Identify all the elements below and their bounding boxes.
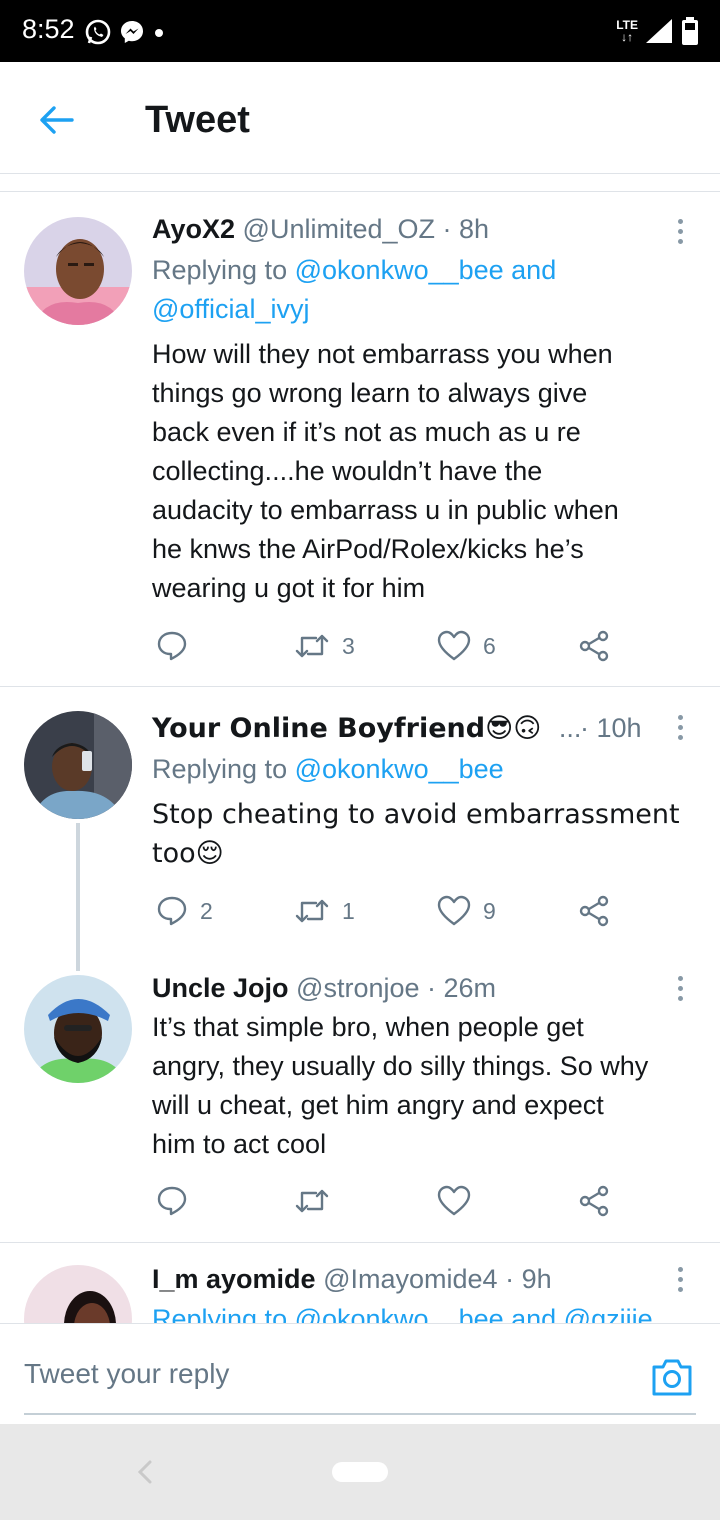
share-button[interactable] bbox=[578, 1181, 610, 1221]
share-icon bbox=[579, 1185, 609, 1217]
page-title: Tweet bbox=[145, 99, 250, 141]
status-bar: 8:52 LTE ↓↑ bbox=[0, 0, 720, 62]
share-button[interactable] bbox=[578, 626, 610, 666]
name-ellipsis: ... bbox=[558, 713, 582, 743]
reply-icon bbox=[157, 896, 187, 926]
like-button[interactable]: 6 bbox=[437, 626, 496, 666]
like-button[interactable] bbox=[437, 1181, 483, 1221]
back-arrow-icon bbox=[40, 106, 74, 134]
retweet-button[interactable] bbox=[294, 1181, 342, 1221]
status-time: 8:52 bbox=[22, 14, 75, 44]
retweet-icon bbox=[295, 634, 329, 658]
more-options-button[interactable] bbox=[668, 709, 692, 745]
display-name[interactable]: Uncle Jojo bbox=[152, 973, 289, 1003]
battery-icon bbox=[682, 17, 698, 45]
nav-back-icon[interactable] bbox=[134, 1458, 156, 1486]
reply-composer bbox=[0, 1323, 720, 1424]
replying-to-cont: @official_ivyj bbox=[152, 290, 309, 329]
like-icon bbox=[437, 630, 471, 661]
share-icon bbox=[579, 630, 609, 662]
tweet-actions: 3 6 bbox=[152, 626, 622, 666]
tweet-4[interactable]: I_m ayomide @Imayomide4 · 9h Replying to… bbox=[0, 1243, 720, 1323]
tweet-3[interactable]: Uncle Jojo @stronjoe · 26m It’s that sim… bbox=[0, 957, 720, 1242]
avatar[interactable] bbox=[24, 1265, 132, 1323]
replying-to: Replying to @okonkwo__bee and bbox=[152, 255, 557, 285]
dot-icon bbox=[155, 29, 163, 37]
share-icon bbox=[579, 895, 609, 927]
like-button[interactable]: 9 bbox=[437, 891, 496, 931]
camera-icon bbox=[652, 1359, 692, 1396]
mention-link[interactable]: @official_ivyj bbox=[152, 294, 309, 324]
avatar[interactable] bbox=[24, 975, 132, 1083]
tweet-header: AyoX2 @Unlimited_OZ · 8h bbox=[152, 213, 489, 245]
replying-to: Replying to @okonkwo__bee bbox=[152, 754, 504, 784]
tweet-header: Uncle Jojo @stronjoe · 26m bbox=[152, 972, 496, 1004]
reply-button[interactable] bbox=[156, 1181, 200, 1221]
avatar[interactable] bbox=[24, 217, 132, 325]
replying-to[interactable]: Replying to @okonkwo__bee and @gziije bbox=[152, 1300, 653, 1323]
timestamp: · 26m bbox=[427, 973, 497, 1003]
timestamp: · 9h bbox=[505, 1264, 552, 1294]
timestamp: · 10h bbox=[580, 713, 642, 743]
display-name[interactable]: I_m ayomide bbox=[152, 1264, 316, 1294]
thread-line bbox=[76, 823, 80, 971]
input-underline bbox=[24, 1413, 696, 1415]
top-app-bar: Tweet bbox=[0, 62, 720, 174]
retweet-button[interactable]: 1 bbox=[294, 891, 355, 931]
lte-indicator: LTE ↓↑ bbox=[616, 18, 638, 44]
avatar[interactable] bbox=[24, 711, 132, 819]
tweet-actions bbox=[152, 1181, 622, 1221]
username[interactable]: @stronjoe bbox=[296, 973, 419, 1003]
timestamp: · 8h bbox=[442, 214, 490, 244]
more-icon bbox=[677, 1266, 683, 1272]
reply-icon bbox=[157, 631, 187, 661]
system-nav-bar bbox=[0, 1424, 720, 1520]
username[interactable]: @Imayomide4 bbox=[323, 1264, 497, 1294]
signal-icon bbox=[646, 19, 672, 43]
reply-icon bbox=[157, 1186, 187, 1216]
retweet-icon bbox=[295, 899, 329, 923]
tweet-text: How will they not embarrass you when thi… bbox=[152, 339, 619, 603]
system-icons: LTE ↓↑ bbox=[616, 14, 700, 48]
notification-icons bbox=[84, 17, 166, 47]
tweet-actions: 2 1 9 bbox=[152, 891, 622, 931]
like-icon bbox=[437, 1185, 471, 1216]
reply-button[interactable] bbox=[156, 626, 200, 666]
mention-link[interactable]: @okonkwo__bee bbox=[295, 754, 504, 784]
tweet-header: Your Online Boyfriend😎🙃 ... bbox=[152, 712, 581, 745]
retweet-icon bbox=[295, 1189, 329, 1213]
more-icon bbox=[677, 714, 683, 720]
more-icon bbox=[677, 975, 683, 981]
tweet-text: It’s that simple bro, when people get an… bbox=[152, 1012, 649, 1159]
more-options-button[interactable] bbox=[668, 970, 692, 1006]
camera-button[interactable] bbox=[650, 1357, 694, 1397]
back-button[interactable] bbox=[36, 100, 76, 140]
tweet-1[interactable]: AyoX2 @Unlimited_OZ · 8h Replying to @ok… bbox=[0, 192, 720, 686]
tweet-text: Stop cheating to avoid embarrassment too… bbox=[152, 799, 680, 869]
more-options-button[interactable] bbox=[668, 1261, 692, 1297]
messenger-icon bbox=[121, 21, 143, 43]
more-options-button[interactable] bbox=[668, 213, 692, 249]
reply-button[interactable]: 2 bbox=[156, 891, 213, 931]
whatsapp-icon bbox=[85, 19, 111, 45]
tweet-header: I_m ayomide @Imayomide4 · 9h bbox=[152, 1263, 552, 1295]
more-icon bbox=[677, 218, 683, 224]
like-icon bbox=[437, 895, 471, 926]
mention-link[interactable]: @okonkwo__bee and bbox=[295, 255, 557, 285]
nav-home-pill[interactable] bbox=[332, 1462, 388, 1482]
retweet-button[interactable]: 3 bbox=[294, 626, 355, 666]
tweet-2[interactable]: Your Online Boyfriend😎🙃 ... · 10h Replyi… bbox=[0, 687, 720, 971]
display-name[interactable]: Your Online Boyfriend😎🙃 bbox=[152, 713, 541, 744]
share-button[interactable] bbox=[578, 891, 610, 931]
reply-input[interactable] bbox=[24, 1324, 624, 1416]
display-name[interactable]: AyoX2 bbox=[152, 214, 235, 244]
username[interactable]: @Unlimited_OZ bbox=[243, 214, 435, 244]
